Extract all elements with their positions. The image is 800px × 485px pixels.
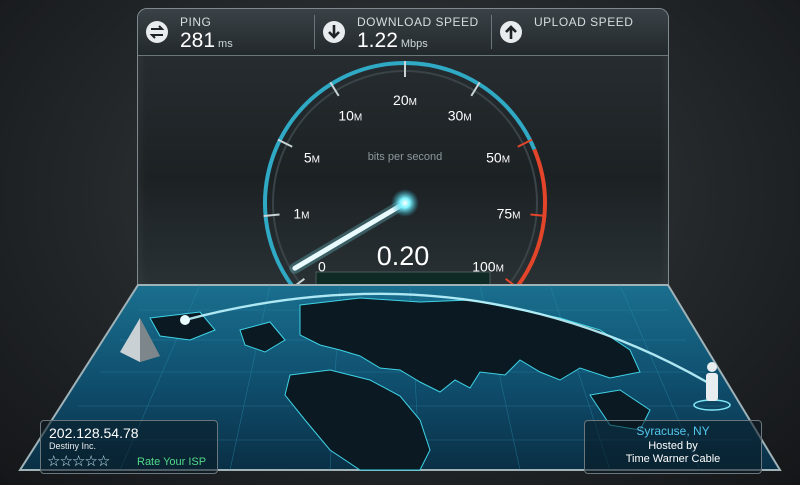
rating-star[interactable]: ☆ — [59, 453, 72, 470]
server-provider: Time Warner Cable — [625, 453, 721, 465]
gauge-caption: bits per second — [368, 151, 443, 163]
gauge-tick-label: 50M — [486, 150, 510, 166]
client-isp: Destiny Inc. — [49, 441, 97, 451]
rating-star[interactable]: ☆ — [47, 453, 60, 470]
gauge-tick-label: 30M — [448, 108, 472, 124]
server-info-box: Syracuse, NY Hosted by Time Warner Cable — [584, 420, 762, 474]
hosted-by-label: Hosted by — [648, 440, 698, 452]
gauge-reading: 0.20 — [377, 241, 430, 271]
speed-history-graph — [315, 271, 491, 299]
rating-star[interactable]: ☆ — [84, 453, 97, 470]
client-ip: 202.128.54.78 — [49, 425, 139, 441]
gauge-tick-label: 10M — [338, 108, 362, 124]
gauge-tick-label: 20M — [393, 92, 417, 108]
gauge-tick-label: 1M — [293, 206, 309, 222]
client-info-box: 202.128.54.78 Destiny Inc. ☆☆☆☆☆ Rate Yo… — [40, 420, 218, 474]
gauge-tick-label: 5M — [304, 150, 320, 166]
rating-star[interactable]: ☆ — [97, 453, 110, 470]
gauge-hub — [391, 189, 419, 217]
speed-gauge: 01M5M10M20M30M50M75M100M bits per second… — [263, 61, 547, 299]
server-city[interactable]: Syracuse, NY — [585, 424, 761, 438]
gauge-tick-label: 75M — [497, 206, 521, 222]
rate-isp-link[interactable]: Rate Your ISP — [137, 456, 206, 468]
isp-rating-stars[interactable]: ☆☆☆☆☆ — [47, 452, 110, 470]
rating-star[interactable]: ☆ — [72, 453, 85, 470]
